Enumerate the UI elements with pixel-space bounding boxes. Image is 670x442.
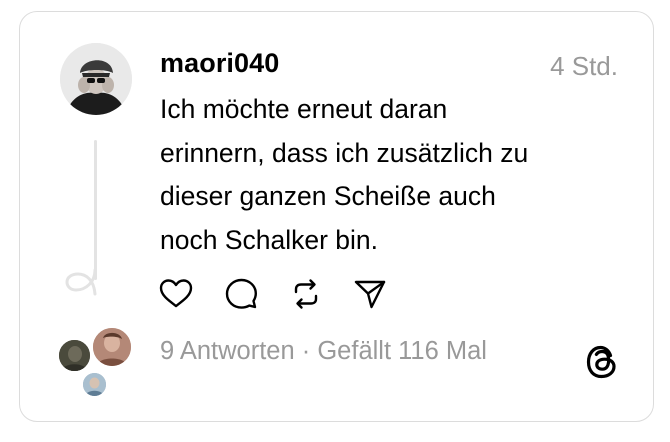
repost-icon [294, 279, 318, 309]
threads-logo-icon [586, 345, 616, 379]
post-body: Ich möchte erneut daran erinnern, dass i… [160, 88, 620, 262]
author-username[interactable]: maori040 [160, 48, 279, 79]
thread-connector-line [94, 140, 97, 280]
heart-icon [159, 279, 193, 308]
share-button[interactable] [352, 276, 388, 312]
replies-count-link[interactable]: 9 Antworten [160, 337, 295, 365]
author-avatar[interactable] [60, 43, 132, 115]
thread-loop-icon [65, 268, 97, 296]
replier-avatars[interactable] [55, 326, 135, 400]
post-text-line: noch Schalker bin. [160, 224, 379, 255]
repost-button[interactable] [288, 276, 324, 312]
like-button[interactable] [158, 276, 194, 312]
replier-avatar [81, 371, 108, 398]
post-timestamp[interactable]: 4 Std. [550, 51, 618, 82]
reply-button[interactable] [223, 276, 259, 312]
replier-avatar [91, 326, 133, 368]
threads-logo-button[interactable] [584, 342, 620, 382]
send-icon [354, 280, 386, 309]
stats-separator: · [294, 337, 318, 365]
likes-count-link[interactable]: Gefällt 116 Mal [317, 337, 487, 365]
post-text-line: Ich möchte erneut daran [160, 94, 448, 124]
post-text-line: erinnern, dass ich zusätzlich zu [160, 137, 529, 168]
author-avatar-image [60, 43, 132, 115]
comment-icon [225, 278, 257, 309]
replier-avatar [57, 338, 92, 373]
post-stats: 9 Antworten · Gefällt 116 Mal [160, 337, 487, 366]
post-text-line: dieser ganzen Scheiße auch [160, 181, 496, 211]
